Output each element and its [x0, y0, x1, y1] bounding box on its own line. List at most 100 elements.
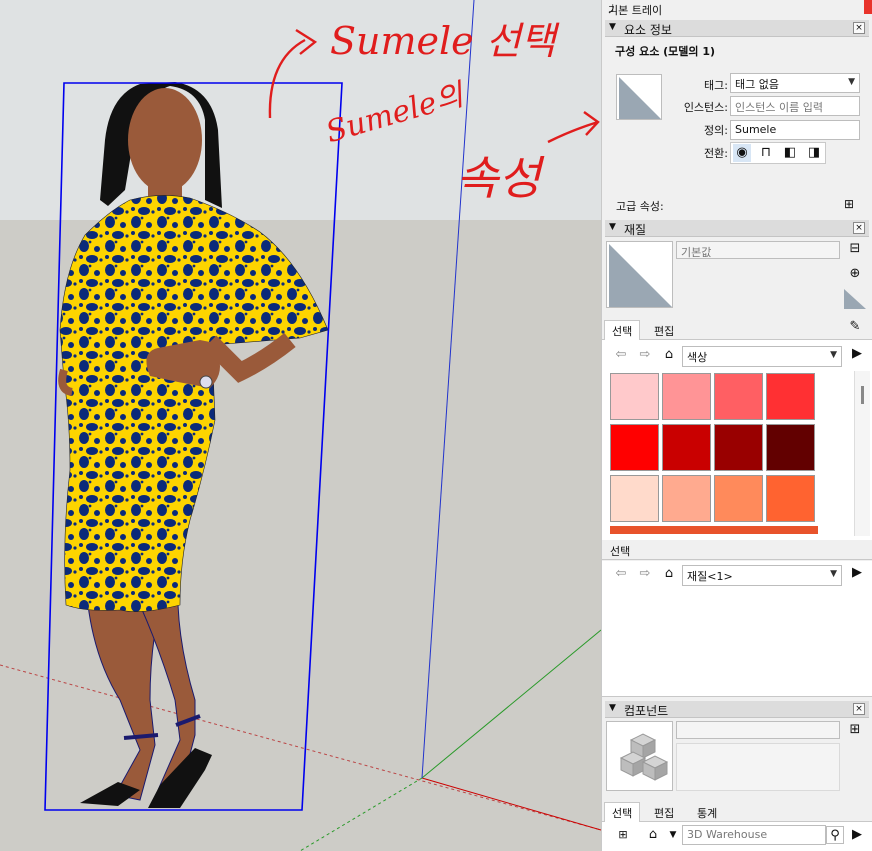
display-secondary-icon[interactable]: ⊟	[846, 240, 864, 258]
component-heading: 구성 요소 (모델의 1)	[615, 45, 716, 58]
back-arrow-icon[interactable]: ⇦	[612, 565, 630, 583]
tab-edit[interactable]: 편집	[646, 802, 682, 824]
view-options-icon[interactable]: ⊞	[614, 826, 632, 844]
lock-icon[interactable]: ⊓	[757, 144, 775, 162]
tray-titlebar: 기본 트레이 ⊥	[602, 0, 872, 18]
collection-select[interactable]: 색상 ▼	[682, 346, 842, 367]
components-header[interactable]: ▼ 컴포넌트 ×	[605, 701, 869, 718]
material-name-input[interactable]: 기본값	[676, 241, 840, 259]
tab-statistics[interactable]: 통계	[689, 802, 725, 824]
annotation-arrow	[547, 111, 600, 144]
materials-tabs: 선택 편집 ✎	[602, 318, 872, 342]
close-icon[interactable]: ×	[853, 22, 865, 34]
second-select-label: 선택	[610, 545, 631, 558]
eyedropper-icon[interactable]: ✎	[846, 318, 864, 336]
eye-icon[interactable]: ◉	[733, 144, 751, 162]
color-swatch[interactable]	[714, 475, 763, 522]
receive-shadows-icon[interactable]: ◧	[781, 144, 799, 162]
tray-close-button[interactable]	[864, 0, 872, 14]
close-icon[interactable]: ×	[853, 703, 865, 715]
model-collection-value: 재질<1>	[687, 570, 733, 583]
components-search-bar: ⊞ ⌂ ▼ 3D Warehouse ⚲ ▶	[602, 822, 872, 851]
component-name-input[interactable]	[676, 721, 840, 739]
swatch-scrollbar[interactable]	[854, 371, 870, 536]
collapse-arrow-icon[interactable]: ▼	[609, 22, 616, 32]
green-axis-dashed	[299, 777, 423, 851]
tag-value: 태그 없음	[735, 78, 779, 91]
details-arrow-icon[interactable]: ▶	[848, 345, 866, 363]
back-arrow-icon[interactable]: ⇦	[612, 346, 630, 364]
scene-drawing	[0, 0, 601, 851]
advanced-attributes-label: 고급 속성:	[616, 200, 664, 213]
instance-name-input[interactable]: 인스턴스 이름 입력	[730, 96, 860, 116]
annotation-curve-arrow	[268, 28, 318, 119]
materials-header[interactable]: ▼ 재질 ×	[605, 220, 869, 237]
color-swatch[interactable]	[766, 373, 815, 420]
tab-select[interactable]: 선택	[604, 802, 641, 824]
color-swatch[interactable]	[610, 373, 659, 420]
tab-edit[interactable]: 편집	[646, 320, 682, 342]
materials-browser: ⇦ ⇨ ⌂ 색상 ▼ ▶	[602, 340, 872, 540]
details-arrow-icon[interactable]: ▶	[848, 564, 866, 582]
model-viewport[interactable]: Sumele 선택 Sumele의 속성	[0, 0, 601, 851]
toggle-label: 전환:	[704, 147, 728, 160]
default-tray: 기본 트레이 ⊥ ▼ 요소 정보 × 구성 요소 (모델의 1) 태그: 태그 …	[601, 0, 872, 851]
definition-value: Sumele	[735, 123, 777, 136]
red-axis-solid	[421, 777, 601, 831]
home-icon[interactable]: ⌂	[660, 565, 678, 583]
default-material-icon[interactable]	[844, 289, 866, 309]
green-axis	[421, 629, 601, 779]
color-swatch[interactable]	[662, 424, 711, 471]
chevron-down-icon: ▼	[830, 350, 837, 360]
cubes-icon	[619, 733, 669, 781]
tag-label: 태그:	[704, 79, 728, 92]
chevron-down-icon[interactable]: ▼	[664, 826, 682, 844]
color-swatch[interactable]	[714, 373, 763, 420]
expand-advanced-icon[interactable]: ⊞	[840, 195, 858, 213]
forward-arrow-icon[interactable]: ⇨	[636, 565, 654, 583]
material-preview-icon	[609, 244, 672, 307]
material-name: 기본값	[681, 246, 712, 259]
pin-icon[interactable]: ⊥	[608, 2, 861, 15]
materials-title: 재질	[624, 223, 647, 237]
instance-placeholder: 인스턴스 이름 입력	[735, 101, 823, 114]
swatch-row-partial	[610, 526, 818, 534]
color-swatch[interactable]	[662, 475, 711, 522]
search-icon[interactable]: ⚲	[826, 826, 844, 844]
component-description[interactable]	[676, 743, 840, 791]
components-title: 컴포넌트	[624, 704, 669, 718]
display-secondary-icon[interactable]: ⊞	[846, 721, 864, 739]
second-select-header: 선택	[602, 540, 872, 560]
color-swatch[interactable]	[714, 424, 763, 471]
color-swatch[interactable]	[610, 475, 659, 522]
forward-arrow-icon[interactable]: ⇨	[636, 346, 654, 364]
tab-select[interactable]: 선택	[604, 320, 641, 342]
collapse-arrow-icon[interactable]: ▼	[609, 222, 616, 232]
color-swatch[interactable]	[766, 475, 815, 522]
face-shape	[128, 88, 202, 192]
entity-info-title: 요소 정보	[624, 23, 672, 37]
scrollbar-thumb[interactable]	[861, 386, 864, 404]
component-preview-icon	[619, 77, 661, 119]
create-material-icon[interactable]: ⊕	[846, 265, 864, 283]
definition-label: 정의:	[704, 124, 728, 137]
warehouse-search-input[interactable]: 3D Warehouse	[682, 825, 826, 845]
color-swatch[interactable]	[610, 424, 659, 471]
component-preview	[606, 721, 673, 791]
collapse-arrow-icon[interactable]: ▼	[609, 703, 616, 713]
tag-select[interactable]: 태그 없음 ▼	[730, 73, 860, 93]
toggle-group: ◉ ⊓ ◧ ◨	[730, 142, 826, 164]
home-icon[interactable]: ⌂	[660, 346, 678, 364]
close-icon[interactable]: ×	[853, 222, 865, 234]
model-materials-browser: ⇦ ⇨ ⌂ 재질<1> ▼ ▶	[602, 561, 872, 697]
color-swatch[interactable]	[662, 373, 711, 420]
details-arrow-icon[interactable]: ▶	[848, 826, 866, 844]
definition-input[interactable]: Sumele	[730, 120, 860, 140]
cast-shadows-icon[interactable]: ◨	[805, 144, 823, 162]
annotation-props-line2: 속성	[456, 151, 541, 205]
chevron-down-icon: ▼	[830, 569, 837, 579]
model-collection-select[interactable]: 재질<1> ▼	[682, 565, 842, 586]
color-swatch[interactable]	[766, 424, 815, 471]
home-icon[interactable]: ⌂	[644, 826, 662, 844]
entity-info-header[interactable]: ▼ 요소 정보 ×	[605, 20, 869, 37]
